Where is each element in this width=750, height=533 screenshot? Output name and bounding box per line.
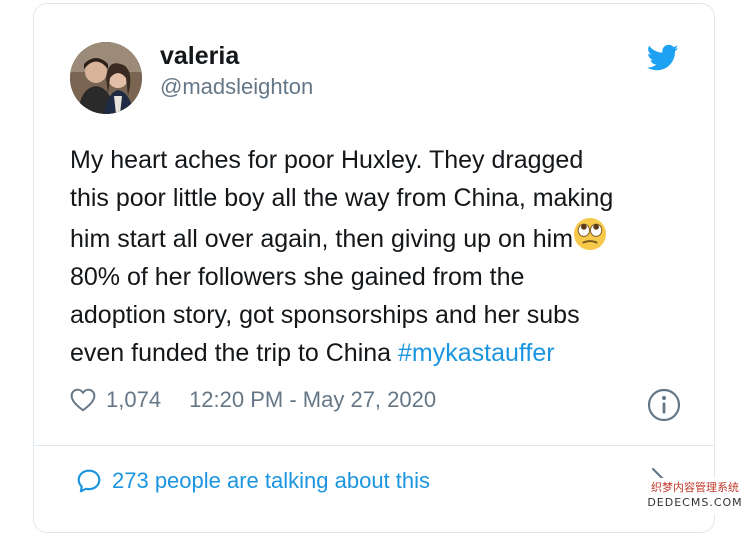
tweet-line-text: even funded the trip to China <box>70 339 399 367</box>
speech-bubble-icon <box>77 469 101 493</box>
tweet-line: him start all over again, then giving up… <box>70 217 690 258</box>
tweet-line: My heart aches for poor Huxley. They dra… <box>70 146 584 174</box>
like-count[interactable]: 1,074 <box>106 387 161 413</box>
user-handle[interactable]: @madsleighton <box>160 74 313 100</box>
tweet-line: even funded the trip to China #mykastauf… <box>70 334 690 372</box>
talking-text: 273 people are talking about this <box>112 468 431 493</box>
tweet-text: My heart aches for poor Huxley. They dra… <box>70 141 690 372</box>
tweet-line-text: him start all over again, then giving up… <box>70 225 574 253</box>
tweet-card: valeria @madsleighton My heart aches for… <box>33 3 715 533</box>
hashtag-link[interactable]: #mykastauffer <box>398 339 555 367</box>
conversation-link[interactable]: 273 people are talking about this <box>76 468 430 494</box>
heart-icon[interactable] <box>70 388 96 412</box>
rolling-eyes-emoji-icon <box>574 217 607 251</box>
watermark-line2: DEDECMS.COM <box>647 496 743 509</box>
display-name[interactable]: valeria <box>160 42 239 71</box>
divider <box>34 445 714 446</box>
avatar-photo <box>70 42 142 114</box>
watermark: 织梦内容管理系统 DEDECMS.COM <box>640 478 750 514</box>
tweet-line: this poor little boy all the way from Ch… <box>70 184 614 212</box>
tweet-line: 80% of her followers she gained from the <box>70 263 525 291</box>
twitter-bird-icon[interactable] <box>647 44 679 72</box>
tweet-line: adoption story, got sponsorships and her… <box>70 301 580 329</box>
watermark-line1: 织梦内容管理系统 <box>651 481 739 494</box>
tweet-meta: 1,074 12:20 PM - May 27, 2020 <box>70 387 436 413</box>
tweet-timestamp[interactable]: 12:20 PM - May 27, 2020 <box>189 387 436 413</box>
avatar[interactable] <box>70 42 142 114</box>
info-icon[interactable] <box>646 387 682 423</box>
